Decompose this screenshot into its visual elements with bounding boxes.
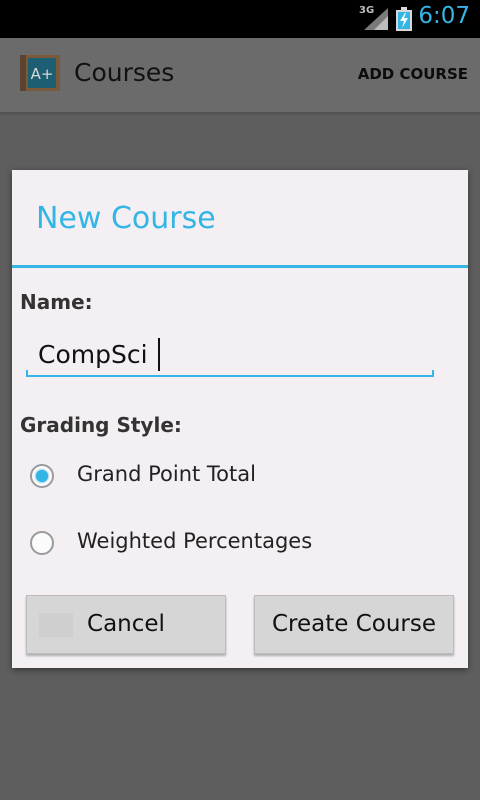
radio-unchecked-icon[interactable]	[30, 531, 54, 555]
grade-a-plus-book-icon: A+	[20, 55, 60, 91]
create-course-button-label: Create Course	[271, 611, 437, 637]
status-bar: 3G 6:07	[0, 0, 480, 38]
dialog-title: New Course	[36, 201, 216, 236]
signal-bars-icon	[364, 8, 388, 30]
text-cursor	[158, 338, 160, 371]
input-underline-left-tick	[26, 370, 28, 377]
input-underline-right-tick	[432, 370, 434, 377]
course-name-input[interactable]	[26, 332, 434, 376]
app-title: Courses	[74, 58, 175, 87]
dialog-title-divider	[12, 265, 468, 268]
status-clock: 6:07	[418, 3, 470, 29]
input-underline	[26, 375, 434, 377]
cancel-button[interactable]: Cancel	[26, 595, 226, 654]
radio-checked-icon[interactable]	[30, 464, 54, 488]
action-bar: A+ Courses ADD COURSE	[0, 38, 480, 112]
radio-label: Grand Point Total	[77, 462, 256, 486]
name-label: Name:	[20, 290, 93, 314]
grading-style-label: Grading Style:	[20, 413, 182, 437]
battery-charging-icon	[396, 7, 412, 31]
svg-text:A+: A+	[31, 65, 54, 83]
add-course-button[interactable]: ADD COURSE	[358, 65, 468, 83]
create-course-button[interactable]: Create Course	[254, 595, 454, 654]
cancel-button-label: Cancel	[87, 611, 165, 637]
radio-label: Weighted Percentages	[77, 529, 313, 553]
radio-option-weighted-percentages[interactable]: Weighted Percentages	[30, 517, 450, 571]
radio-option-grand-point-total[interactable]: Grand Point Total	[30, 450, 450, 504]
action-bar-shadow	[0, 112, 480, 116]
new-course-dialog: New Course Name: Grading Style: Grand Po…	[12, 170, 468, 668]
